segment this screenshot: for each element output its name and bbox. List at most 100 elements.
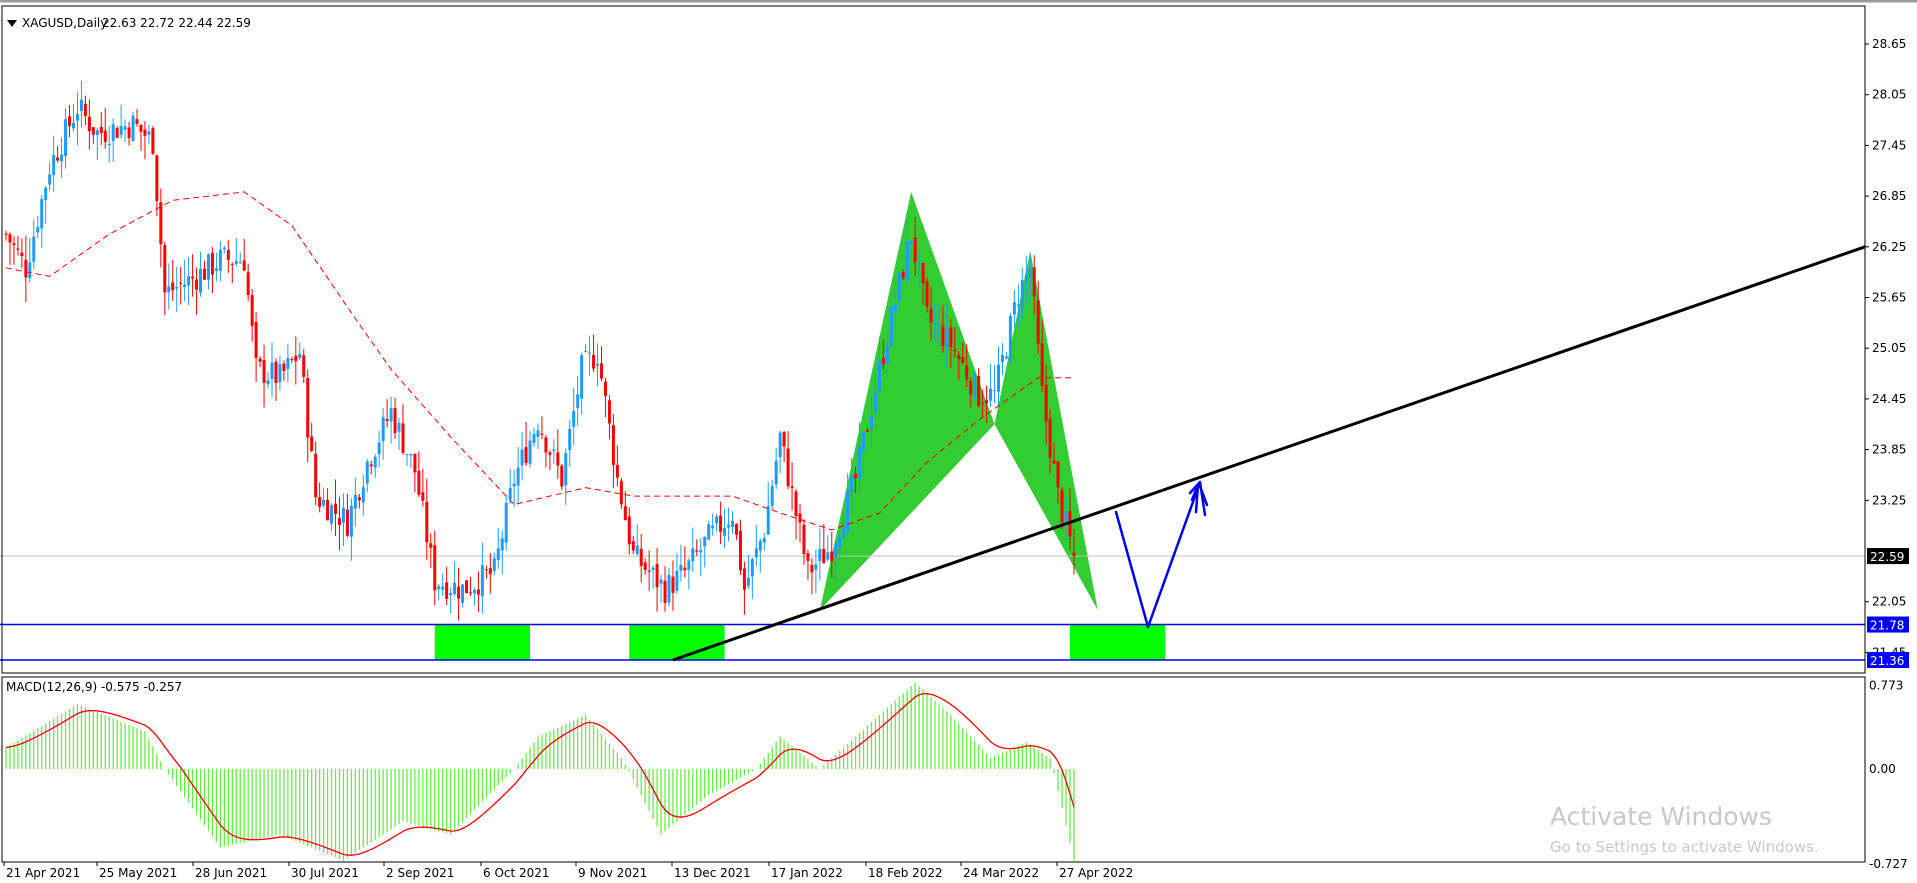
candle-body [806,553,809,561]
candle-body [108,144,111,145]
candle-body [747,578,750,586]
candle-body [648,571,651,572]
candle-body [124,126,127,129]
candle-body [239,262,242,263]
candle-body [854,473,857,478]
price-axis-label: 22.05 [1872,595,1906,609]
candle-body [358,497,361,500]
candle-body [624,506,627,520]
trading-chart[interactable]: 28.6528.0527.4526.8526.2525.6525.0524.45… [0,0,1917,883]
candle-body [941,325,944,346]
candle-body [890,307,893,346]
candle-body [540,434,543,435]
price-axis-label: 26.25 [1872,240,1906,254]
candle-body [171,282,174,290]
candle-body [707,524,710,539]
candle-body [898,273,901,302]
candle-body [949,327,952,346]
candle-body [906,242,909,281]
candle-body [775,461,778,485]
candle-body [306,378,309,437]
candle-body [497,548,500,560]
candle-body [953,350,956,351]
candle-body [259,359,262,362]
candle-body [727,525,730,528]
candle-body [664,581,667,603]
candle-body [322,500,325,506]
candle-body [183,284,186,287]
price-axis-label: 23.25 [1872,493,1906,507]
price-axis-label: 25.65 [1872,291,1906,305]
candle-body [596,364,599,366]
macd-axis-label: 0.773 [1869,679,1903,693]
candle-body [556,452,559,465]
candle-body [390,408,393,421]
candle-body [652,568,655,571]
candle-body [814,564,817,569]
candle-body [449,593,452,595]
candle-body [1025,274,1028,282]
chart-symbol-timeframe: XAGUSD,Daily [22,16,107,30]
candle-body [719,516,722,532]
candle-body [421,492,424,501]
candle-body [394,408,397,433]
candle-body [977,376,980,406]
candle-body [290,359,293,360]
candle-body [810,565,813,572]
candle-body [80,100,83,111]
candle-body [703,537,706,546]
candle-body [398,423,401,431]
candle-body [997,365,1000,392]
candle-body [695,550,698,551]
candle-body [1013,302,1016,314]
candle-body [469,592,472,593]
candle-body [826,552,829,559]
candle-body [342,508,345,523]
time-axis-label: 27 Apr 2022 [1059,866,1133,880]
candle-body [517,467,520,485]
candle-body [787,448,790,486]
candle-body [215,268,218,271]
candle-body [52,155,55,175]
candle-body [195,280,198,290]
candle-body [477,589,480,594]
candle-body [489,568,492,574]
candle-body [679,565,682,571]
macd-axis-label: 0.00 [1869,762,1896,776]
macd-indicator-label: MACD(12,26,9) -0.575 -0.257 [6,680,182,694]
candle-body [933,323,936,324]
candle-body [136,119,139,124]
candle-body [846,490,849,531]
candle-body [36,227,39,232]
activate-windows-subtitle: Go to Settings to activate Windows. [1550,838,1819,856]
candle-body [151,128,154,154]
price-axis-label: 28.05 [1872,88,1906,102]
candle-body [338,518,341,525]
candle-body [227,250,230,260]
candle-body [461,584,464,602]
candle-body [44,188,47,200]
candle-body [552,449,555,450]
candle-body [608,400,611,423]
time-axis-label: 2 Sep 2021 [386,866,454,880]
price-axis-label: 24.45 [1872,392,1906,406]
time-axis-label: 21 Apr 2021 [6,866,80,880]
candle-body [457,587,460,599]
candle-body [56,157,59,160]
candle-body [493,558,496,570]
candle-body [310,437,313,451]
candle-body [231,264,234,265]
candle-body [755,548,758,557]
candle-body [203,269,206,280]
candle-body [930,309,933,323]
candle-body [40,199,43,228]
candle-body [1001,355,1004,362]
candle-body [60,155,63,162]
candle-body [5,234,8,235]
candle-body [505,503,508,542]
candle-body [802,525,805,554]
candle-body [735,524,738,535]
candle-body [24,260,27,278]
macd-axis-label: -0.727 [1869,857,1908,871]
candle-body [413,454,416,473]
